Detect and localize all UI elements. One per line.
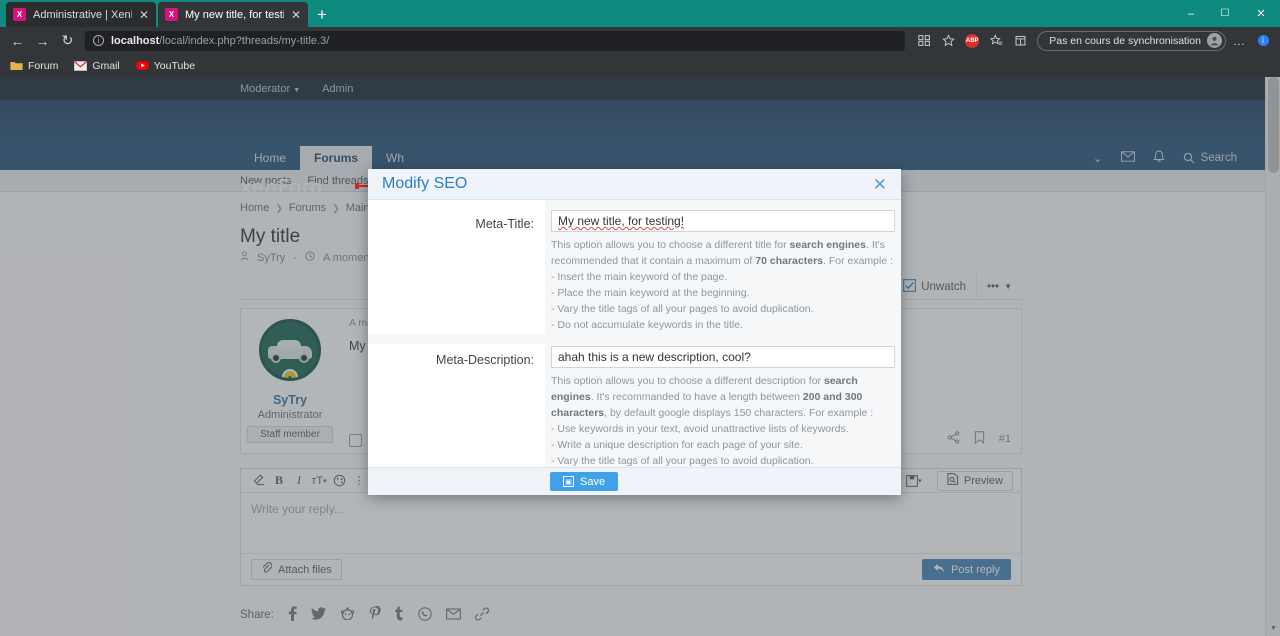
meta-title-hint: This option allows you to choose a diffe… xyxy=(551,238,899,334)
bookmarks-bar: Forum Gmail YouTube xyxy=(0,54,1280,77)
sync-status-label: Pas en cours de synchronisation xyxy=(1049,34,1201,47)
maximize-button[interactable]: ☐ xyxy=(1208,0,1242,27)
adblock-icon[interactable]: ABP xyxy=(961,30,983,52)
dialog-title: Modify SEO xyxy=(382,175,468,193)
tab-title: My new title, for testing! | XenFo xyxy=(185,8,284,21)
reload-icon[interactable]: ↻ xyxy=(56,29,79,52)
hint-line2-c: . For example : xyxy=(823,255,894,268)
browser-notification-icon[interactable]: i xyxy=(1252,30,1274,52)
hint-70-characters: 70 characters xyxy=(755,255,823,268)
hint-bullet: - Vary the title tags of all your pages … xyxy=(551,302,814,315)
user-avatar-icon[interactable] xyxy=(1207,33,1222,48)
save-label: Save xyxy=(580,475,606,488)
youtube-icon xyxy=(136,60,149,72)
bookmark-label: Gmail xyxy=(92,59,120,72)
sync-status-pill[interactable]: Pas en cours de synchronisation xyxy=(1037,30,1226,51)
close-icon[interactable]: ✕ xyxy=(291,8,301,22)
info-icon[interactable]: i xyxy=(93,35,104,46)
folder-icon xyxy=(10,60,23,72)
favorite-star-icon[interactable] xyxy=(937,30,959,52)
hint-line1-c: . It's xyxy=(590,390,610,403)
dialog-body: Meta-Title: My new title, for testing! T… xyxy=(368,200,901,468)
close-window-button[interactable]: ✕ xyxy=(1242,0,1280,27)
meta-title-input[interactable]: My new title, for testing! xyxy=(551,210,895,233)
meta-description-row: Meta-Description: ahah this is a new des… xyxy=(368,343,901,468)
browser-window: X Administrative | XenForo - Admin ✕ X M… xyxy=(0,0,1280,636)
hint-bullet: - Insert the main keyword of the page. xyxy=(551,271,728,284)
minimize-button[interactable]: – xyxy=(1174,0,1208,27)
hint-bullet: - Vary the title tags of all your pages … xyxy=(551,454,814,467)
dialog-header: Modify SEO ✕ xyxy=(368,169,901,201)
hint-line2-c: , by default google xyxy=(604,406,690,419)
hint-bullet: - Write a unique description for each pa… xyxy=(551,438,803,451)
forward-icon[interactable]: → xyxy=(31,29,54,52)
hint-search-engines: search engines xyxy=(789,239,866,252)
address-path: /local/index.php?threads/my-title.3/ xyxy=(159,34,330,47)
hint-line2-a: that it contain a maximum of xyxy=(621,255,756,268)
hint-bullet: - Use keywords in your text, avoid unatt… xyxy=(551,422,849,435)
tab-title: Administrative | XenForo - Admin xyxy=(33,8,132,21)
hint-bullet: - Do not accumulate keywords in the titl… xyxy=(551,318,744,331)
bookmark-gmail[interactable]: Gmail xyxy=(74,59,120,72)
browser-more-menu-icon[interactable]: … xyxy=(1228,30,1250,52)
address-bar[interactable]: i localhost/local/index.php?threads/my-t… xyxy=(85,30,906,51)
meta-title-row: Meta-Title: My new title, for testing! T… xyxy=(368,200,901,334)
favorites-add-icon[interactable] xyxy=(985,30,1007,52)
dialog-footer: ▣ Save xyxy=(368,467,901,496)
hint-line1-a: This option allows you to choose a diffe… xyxy=(551,374,824,387)
hint-line2-a: recommanded to have a length between xyxy=(612,390,803,403)
hint-line3: displays 150 characters. For example : xyxy=(692,406,874,419)
browser-tab-strip: X Administrative | XenForo - Admin ✕ X M… xyxy=(0,0,1280,27)
collections-panel-icon[interactable] xyxy=(1009,30,1031,52)
address-host: localhost xyxy=(111,34,160,47)
collections-icon[interactable] xyxy=(913,30,935,52)
browser-tab-2[interactable]: X My new title, for testing! | XenFo ✕ xyxy=(158,2,308,27)
xenforo-icon: X xyxy=(165,8,178,21)
meta-description-label: Meta-Description: xyxy=(368,343,545,468)
bookmark-label: Forum xyxy=(28,59,59,72)
browser-tab-1[interactable]: X Administrative | XenForo - Admin ✕ xyxy=(6,2,156,27)
new-tab-button[interactable]: + xyxy=(308,5,336,27)
close-icon[interactable]: ✕ xyxy=(873,176,887,193)
meta-description-input[interactable]: ahah this is a new description, cool? xyxy=(551,345,895,368)
bookmark-label: YouTube xyxy=(153,59,196,72)
meta-title-label: Meta-Title: xyxy=(368,200,545,334)
page-viewport: Moderator ▼ Admin xenForo™ Home Forums W… xyxy=(0,77,1280,636)
address-text: localhost/local/index.php?threads/my-tit… xyxy=(111,35,329,47)
mail-icon xyxy=(74,60,88,72)
save-disk-icon: ▣ xyxy=(563,476,574,488)
save-button[interactable]: ▣ Save xyxy=(550,472,619,492)
close-icon[interactable]: ✕ xyxy=(139,8,149,22)
modify-seo-dialog: Modify SEO ✕ Meta-Title: My new title, f… xyxy=(368,169,901,496)
browser-toolbar: ← → ↻ i localhost/local/index.php?thread… xyxy=(0,27,1280,54)
xenforo-icon: X xyxy=(13,8,26,21)
bookmark-forum[interactable]: Forum xyxy=(10,60,58,72)
back-icon[interactable]: ← xyxy=(6,29,29,52)
meta-description-value: ahah this is a new description, cool? xyxy=(558,349,751,364)
hint-line1-a: This option allows you to choose a diffe… xyxy=(551,239,790,252)
hint-bullet: - Place the main keyword at the beginnin… xyxy=(551,287,750,300)
meta-title-value: My new title, for testing! xyxy=(558,214,685,229)
meta-description-hint: This option allows you to choose a diffe… xyxy=(551,374,899,468)
bookmark-youtube[interactable]: YouTube xyxy=(136,60,195,72)
